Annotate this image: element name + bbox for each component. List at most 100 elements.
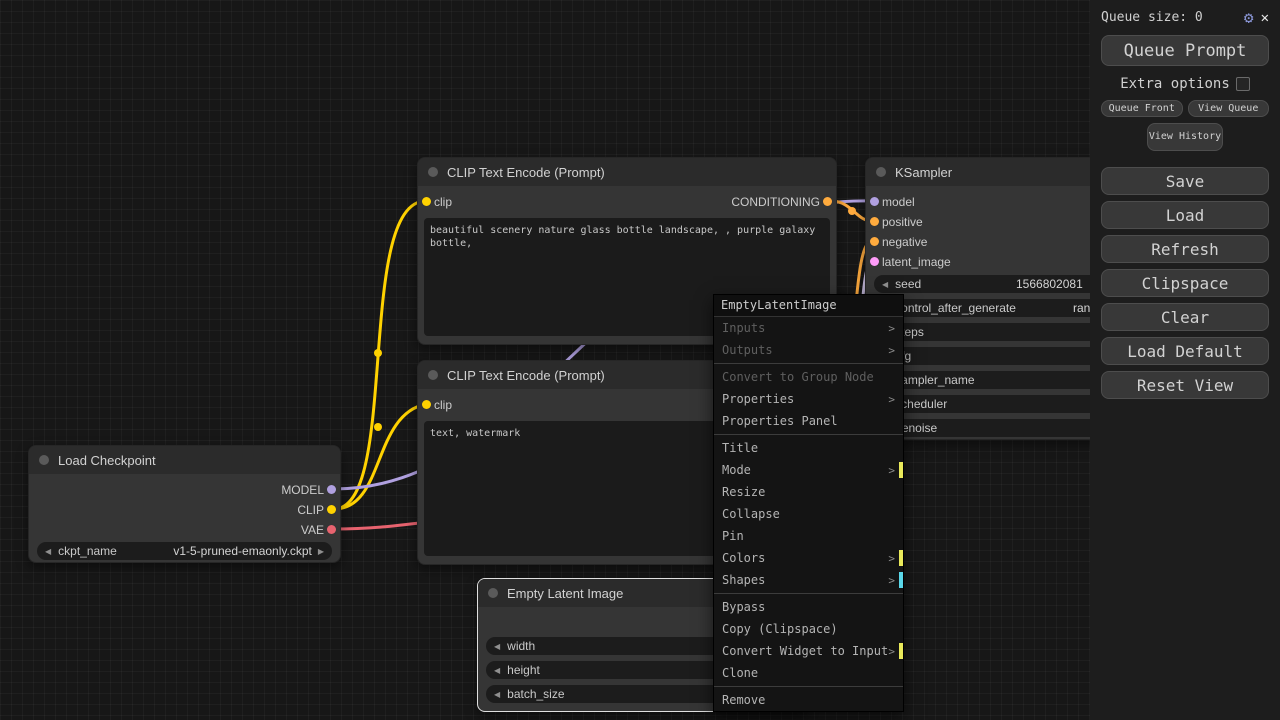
submenu-accent: [899, 462, 903, 478]
menu-item-collapse[interactable]: Collapse: [714, 503, 903, 525]
node-title-bar[interactable]: CLIP Text Encode (Prompt): [418, 158, 836, 186]
queue-front-button[interactable]: Queue Front: [1101, 100, 1183, 117]
widget-label: ckpt_name: [58, 544, 117, 558]
widget-label: control_after_generate: [895, 301, 1016, 315]
clip-input-dot[interactable]: [422, 400, 431, 409]
menu-item-label: Remove: [722, 693, 766, 707]
extra-options-label: Extra options: [1120, 76, 1230, 92]
menu-item-label: Convert to Group Node: [722, 370, 874, 384]
menu-item-label: Collapse: [722, 507, 780, 521]
collapse-dot[interactable]: [488, 588, 498, 598]
model-output-dot[interactable]: [327, 485, 336, 494]
menu-item-inputs[interactable]: Inputs >: [714, 317, 903, 339]
menu-item-label: Copy (Clipspace): [722, 622, 838, 636]
widget-right-arrow-icon[interactable]: ▶: [318, 547, 324, 556]
submenu-accent: [899, 643, 903, 659]
wire-midpoint-dot: [374, 349, 382, 357]
menu-item-outputs[interactable]: Outputs >: [714, 339, 903, 361]
widget-left-arrow-icon[interactable]: ◀: [494, 690, 500, 699]
widget-value: ran: [1073, 301, 1091, 315]
node-title-bar[interactable]: Load Checkpoint: [29, 446, 340, 474]
io-slot-row: clip CONDITIONING: [418, 192, 836, 212]
widget-value: v1-5-pruned-emaonly.ckpt: [173, 544, 312, 558]
close-icon[interactable]: ✕: [1261, 10, 1269, 26]
menu-item-properties-panel[interactable]: Properties Panel: [714, 410, 903, 432]
clear-button[interactable]: Clear: [1101, 303, 1269, 331]
node-title: KSampler: [895, 164, 953, 180]
menu-item-label: Resize: [722, 485, 766, 499]
menu-item-title[interactable]: Title: [714, 437, 903, 459]
node-title: Empty Latent Image: [507, 585, 624, 601]
widget-left-arrow-icon[interactable]: ◀: [882, 280, 888, 289]
model-input-dot[interactable]: [870, 197, 879, 206]
menu-item-resize[interactable]: Resize: [714, 481, 903, 503]
refresh-button[interactable]: Refresh: [1101, 235, 1269, 263]
slot-label: model: [882, 195, 915, 209]
view-queue-button[interactable]: View Queue: [1187, 100, 1269, 117]
menu-item-properties[interactable]: Properties >: [714, 388, 903, 410]
collapse-dot[interactable]: [876, 167, 886, 177]
node-title: CLIP Text Encode (Prompt): [447, 367, 605, 383]
menu-item-label: Inputs: [722, 321, 766, 335]
widget-label: sampler_name: [895, 373, 975, 387]
load-button[interactable]: Load: [1101, 201, 1269, 229]
widget-left-arrow-icon[interactable]: ◀: [494, 642, 500, 651]
menu-item-shapes[interactable]: Shapes >: [714, 569, 903, 591]
save-button[interactable]: Save: [1101, 167, 1269, 195]
node-load-checkpoint[interactable]: Load Checkpoint MODEL CLIP VAE ◀ ckpt_na…: [28, 445, 341, 563]
menu-item-label: Clone: [722, 666, 759, 680]
collapse-dot[interactable]: [39, 455, 49, 465]
wire-clip-to-negative-encode: [333, 402, 427, 511]
clip-output-dot[interactable]: [327, 505, 336, 514]
menu-item-bypass[interactable]: Bypass: [714, 596, 903, 618]
comfyui-canvas[interactable]: { "sidebar": { "queue_size_label": "Queu…: [0, 0, 1280, 720]
conditioning-output-dot[interactable]: [823, 197, 832, 206]
settings-gear-icon[interactable]: ⚙: [1244, 8, 1254, 27]
menu-item-convert-widget-to-input[interactable]: Convert Widget to Input >: [714, 640, 903, 662]
widget-left-arrow-icon[interactable]: ◀: [494, 666, 500, 675]
menu-item-mode[interactable]: Mode >: [714, 459, 903, 481]
comfyui-menu-panel: Queue size: 0 ⚙ ✕ Queue Prompt Extra opt…: [1090, 0, 1280, 720]
menu-item-label: Colors: [722, 551, 766, 565]
widget-left-arrow-icon[interactable]: ◀: [45, 547, 51, 556]
clip-input-dot[interactable]: [422, 197, 431, 206]
queue-prompt-button[interactable]: Queue Prompt: [1101, 35, 1269, 66]
reset-view-button[interactable]: Reset View: [1101, 371, 1269, 399]
widget-label: width: [507, 639, 536, 653]
slot-label: VAE: [300, 523, 324, 537]
output-slot-clip: CLIP: [29, 500, 340, 520]
view-history-button[interactable]: View History: [1147, 123, 1223, 151]
widget-label: batch_size: [507, 687, 565, 701]
ckpt-name-widget[interactable]: ◀ ckpt_name v1-5-pruned-emaonly.ckpt ▶: [37, 542, 332, 560]
menu-item-remove[interactable]: Remove: [714, 689, 903, 711]
latent-input-dot[interactable]: [870, 257, 879, 266]
menu-item-label: Mode: [722, 463, 751, 477]
menu-separator: [714, 593, 903, 594]
menu-item-label: Properties: [722, 392, 795, 406]
menu-item-label: Bypass: [722, 600, 766, 614]
positive-input-dot[interactable]: [870, 217, 879, 226]
context-menu-title: EmptyLatentImage: [714, 295, 903, 317]
negative-input-dot[interactable]: [870, 237, 879, 246]
widget-value: 1566802081: [1016, 277, 1083, 291]
extra-options-checkbox[interactable]: [1235, 77, 1250, 91]
collapse-dot[interactable]: [428, 370, 438, 380]
load-default-button[interactable]: Load Default: [1101, 337, 1269, 365]
menu-separator: [714, 434, 903, 435]
vae-output-dot[interactable]: [327, 525, 336, 534]
menu-item-colors[interactable]: Colors >: [714, 547, 903, 569]
menu-separator: [714, 363, 903, 364]
menu-item-clone[interactable]: Clone: [714, 662, 903, 684]
slot-label: CLIP: [297, 503, 324, 517]
menu-item-label: Shapes: [722, 573, 766, 587]
queue-size-label: Queue size: 0: [1101, 10, 1203, 25]
menu-item-copy-clipspace[interactable]: Copy (Clipspace): [714, 618, 903, 640]
clipspace-button[interactable]: Clipspace: [1101, 269, 1269, 297]
submenu-arrow-icon: >: [888, 343, 895, 357]
collapse-dot[interactable]: [428, 167, 438, 177]
queue-size-value: 0: [1194, 10, 1203, 25]
menu-item-pin[interactable]: Pin: [714, 525, 903, 547]
submenu-arrow-icon: >: [888, 573, 895, 587]
menu-item-label: Properties Panel: [722, 414, 838, 428]
menu-item-convert-to-group-node[interactable]: Convert to Group Node: [714, 366, 903, 388]
